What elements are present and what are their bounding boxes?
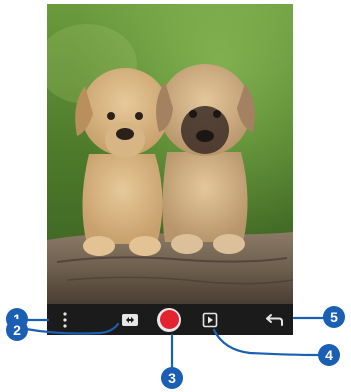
callout-5: 5 (323, 306, 345, 328)
callout-3: 3 (161, 367, 183, 389)
callout-2: 2 (6, 319, 28, 341)
callout-4: 4 (318, 344, 340, 366)
callout-lines (24, 316, 326, 370)
